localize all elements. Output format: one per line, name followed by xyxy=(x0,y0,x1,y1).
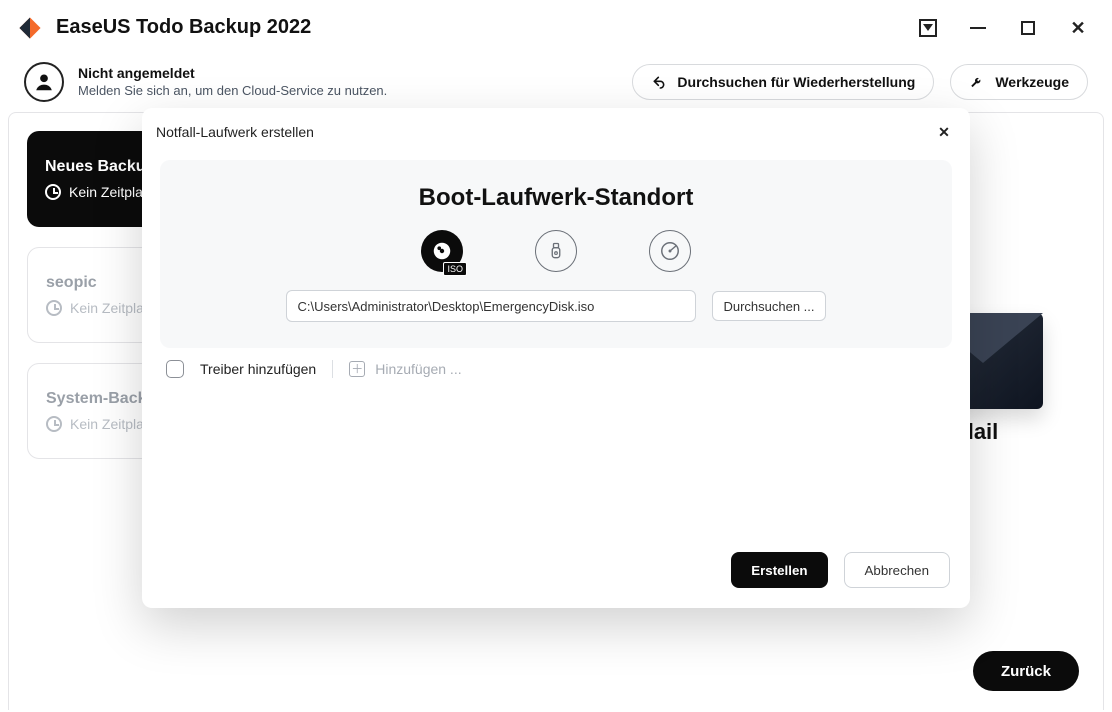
emergency-disk-modal: Notfall-Laufwerk erstellen ✕ Boot-Laufwe… xyxy=(142,108,970,608)
app-logo-icon xyxy=(16,14,44,42)
back-button[interactable]: Zurück xyxy=(973,651,1079,691)
wrench-icon xyxy=(969,74,985,90)
boot-location-panel: Boot-Laufwerk-Standort ISO xyxy=(160,160,952,348)
window-close-button[interactable]: ✕ xyxy=(1064,14,1092,42)
restore-arrow-icon xyxy=(651,74,667,90)
add-drivers-checkbox[interactable] xyxy=(166,360,184,378)
maximize-icon xyxy=(1021,21,1035,35)
clock-icon xyxy=(46,416,62,432)
disc-icon xyxy=(659,240,681,262)
app-title: EaseUS Todo Backup 2022 xyxy=(56,16,311,39)
add-drivers-label: Treiber hinzufügen xyxy=(200,361,316,377)
drivers-row: Treiber hinzufügen ＋ Hinzufügen ... xyxy=(160,348,952,378)
add-driver-button[interactable]: ＋ Hinzufügen ... xyxy=(349,361,461,377)
browse-restore-label: Durchsuchen für Wiederherstellung xyxy=(677,74,915,90)
window-controls: ✕ xyxy=(914,14,1102,42)
browse-label: Durchsuchen ... xyxy=(723,299,814,314)
browse-button[interactable]: Durchsuchen ... xyxy=(712,291,825,321)
window-maximize-button[interactable] xyxy=(1014,14,1042,42)
divider xyxy=(332,360,333,378)
usb-icon xyxy=(546,241,566,261)
user-text: Nicht angemeldet Melden Sie sich an, um … xyxy=(78,65,387,99)
close-icon: ✕ xyxy=(1070,19,1085,37)
option-iso[interactable]: ISO xyxy=(421,230,463,272)
modal-footer: Erstellen Abbrechen xyxy=(142,536,970,608)
avatar[interactable] xyxy=(24,62,64,102)
modal-title: Notfall-Laufwerk erstellen xyxy=(156,124,314,140)
panel-title: Boot-Laufwerk-Standort xyxy=(182,184,930,212)
disc-iso-icon xyxy=(431,240,453,262)
title-bar: EaseUS Todo Backup 2022 ✕ xyxy=(0,0,1112,56)
minimize-icon xyxy=(970,27,986,29)
create-label: Erstellen xyxy=(751,563,807,578)
tools-button[interactable]: Werkzeuge xyxy=(950,64,1088,100)
iso-path-input[interactable] xyxy=(286,290,696,322)
plus-icon: ＋ xyxy=(349,361,365,377)
iso-badge: ISO xyxy=(443,262,467,276)
modal-close-button[interactable]: ✕ xyxy=(932,120,956,144)
window-menu-button[interactable] xyxy=(914,14,942,42)
header-row: Nicht angemeldet Melden Sie sich an, um … xyxy=(0,56,1112,112)
user-status: Nicht angemeldet xyxy=(78,65,387,83)
browse-restore-button[interactable]: Durchsuchen für Wiederherstellung xyxy=(632,64,934,100)
back-label: Zurück xyxy=(1001,663,1051,680)
user-icon xyxy=(33,71,55,93)
clock-icon xyxy=(46,300,62,316)
option-usb[interactable] xyxy=(535,230,577,272)
add-label: Hinzufügen ... xyxy=(375,361,461,377)
cancel-label: Abbrechen xyxy=(865,563,929,578)
close-icon: ✕ xyxy=(938,124,950,141)
card-schedule: Kein Zeitplan xyxy=(70,416,152,432)
modal-header: Notfall-Laufwerk erstellen ✕ xyxy=(142,108,970,152)
dropdown-icon xyxy=(919,19,937,37)
option-disc[interactable] xyxy=(649,230,691,272)
card-schedule: Kein Zeitplan xyxy=(70,300,152,316)
path-row: Durchsuchen ... xyxy=(182,290,930,322)
window-minimize-button[interactable] xyxy=(964,14,992,42)
tools-label: Werkzeuge xyxy=(995,74,1069,90)
cancel-button[interactable]: Abbrechen xyxy=(844,552,950,588)
create-button[interactable]: Erstellen xyxy=(731,552,827,588)
user-subtitle: Melden Sie sich an, um den Cloud-Service… xyxy=(78,83,387,99)
card-schedule: Kein Zeitplan xyxy=(69,184,151,200)
footer-bar: Zurück xyxy=(9,632,1103,710)
boot-type-options: ISO xyxy=(182,230,930,272)
clock-icon xyxy=(45,184,61,200)
